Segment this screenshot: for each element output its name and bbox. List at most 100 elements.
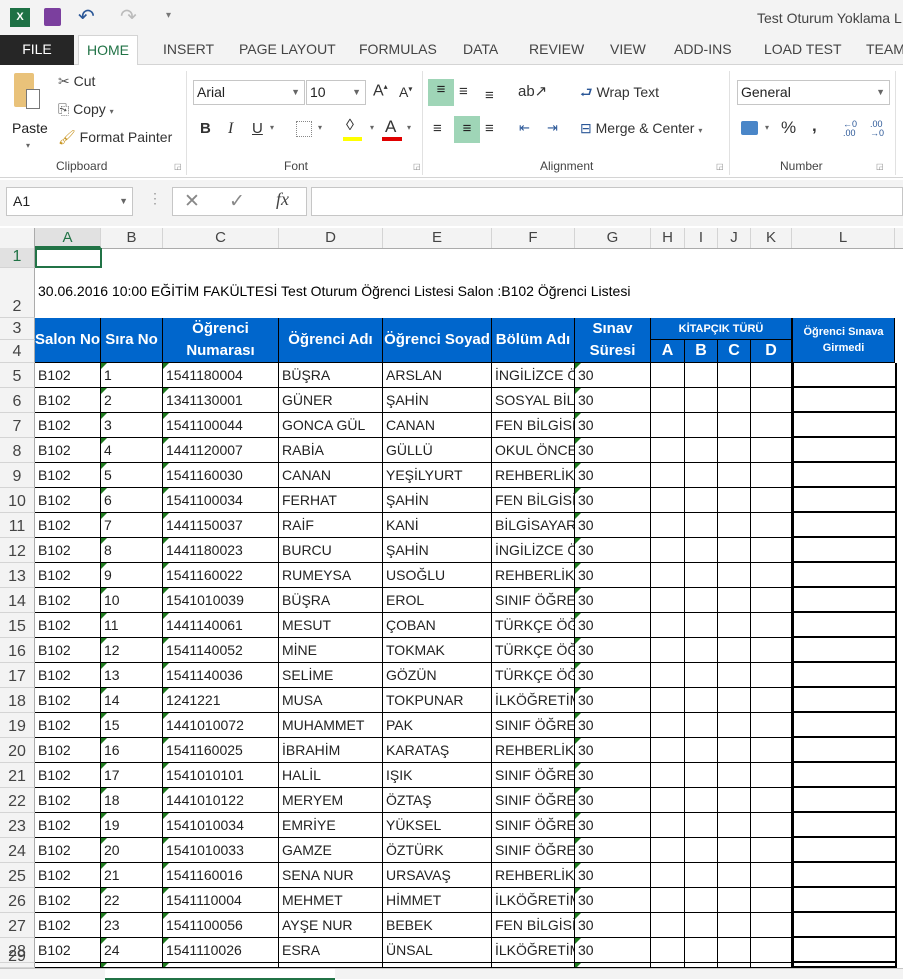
checkbox-cell[interactable] <box>651 838 685 863</box>
checkbox-cell[interactable] <box>792 738 897 763</box>
column-header-E[interactable]: E <box>383 228 492 248</box>
checkbox-cell[interactable] <box>685 888 718 913</box>
checkbox-cell[interactable] <box>685 863 718 888</box>
checkbox-cell[interactable] <box>792 638 897 663</box>
table-cell[interactable]: CANAN <box>279 463 383 488</box>
checkbox-cell[interactable] <box>685 738 718 763</box>
table-cell[interactable]: KANİ <box>383 513 492 538</box>
increase-indent-icon[interactable]: ⇥ <box>547 120 558 136</box>
italic-button[interactable]: I <box>228 120 233 138</box>
table-cell[interactable]: B102 <box>35 738 101 763</box>
table-cell[interactable]: 1541180004 <box>163 363 279 388</box>
checkbox-cell[interactable] <box>792 688 897 713</box>
table-cell[interactable]: GONCA GÜL <box>279 413 383 438</box>
checkbox-cell[interactable] <box>718 813 751 838</box>
checkbox-cell[interactable] <box>651 413 685 438</box>
table-cell[interactable]: SINIF ÖĞRET <box>492 788 575 813</box>
table-cell[interactable]: 5 <box>101 463 163 488</box>
table-cell[interactable]: USOĞLU <box>383 563 492 588</box>
checkbox-cell[interactable] <box>685 838 718 863</box>
row-header-7[interactable]: 7 <box>0 413 35 438</box>
row-header-20[interactable]: 20 <box>0 738 35 763</box>
checkbox-cell[interactable] <box>792 863 897 888</box>
table-cell[interactable]: B102 <box>35 888 101 913</box>
table-cell[interactable]: 30 <box>575 713 651 738</box>
tab-review[interactable]: REVIEW <box>521 35 592 65</box>
table-cell[interactable]: 1241221 <box>163 688 279 713</box>
row-header-1[interactable]: 1 <box>0 248 35 268</box>
checkbox-cell[interactable] <box>685 713 718 738</box>
table-cell[interactable]: 30 <box>575 463 651 488</box>
table-cell[interactable]: MUSA <box>279 688 383 713</box>
copy-button[interactable]: ⎘ Copy ▾ <box>58 101 114 118</box>
table-cell[interactable]: B102 <box>35 913 101 938</box>
increase-decimal-icon[interactable]: ←0.00 <box>843 120 857 138</box>
checkbox-cell[interactable] <box>651 938 685 963</box>
table-cell[interactable]: 1541010101 <box>163 763 279 788</box>
row-header-14[interactable]: 14 <box>0 588 35 613</box>
row-header-21[interactable]: 21 <box>0 763 35 788</box>
table-cell[interactable]: SINIF ÖĞRET <box>492 713 575 738</box>
table-cell[interactable]: 1441150037 <box>163 513 279 538</box>
table-cell[interactable]: 8 <box>101 538 163 563</box>
table-cell[interactable]: 1541100056 <box>163 913 279 938</box>
checkbox-cell[interactable] <box>651 888 685 913</box>
table-cell[interactable]: REHBERLİK V <box>492 463 575 488</box>
checkbox-cell[interactable] <box>651 788 685 813</box>
table-cell[interactable]: BÜŞRA <box>279 588 383 613</box>
table-cell[interactable]: B102 <box>35 363 101 388</box>
orientation-icon[interactable]: ab↗ <box>518 82 547 100</box>
table-cell[interactable]: 18 <box>101 788 163 813</box>
checkbox-cell[interactable] <box>792 788 897 813</box>
table-cell[interactable]: 30 <box>575 613 651 638</box>
checkbox-cell[interactable] <box>685 613 718 638</box>
checkbox-cell[interactable] <box>651 638 685 663</box>
table-cell[interactable]: ÇOBAN <box>383 613 492 638</box>
middle-align-icon[interactable]: ≡ <box>459 83 468 100</box>
table-cell[interactable]: B102 <box>35 938 101 963</box>
table-cell[interactable]: B102 <box>35 613 101 638</box>
checkbox-cell[interactable] <box>792 563 897 588</box>
checkbox-cell[interactable] <box>792 913 897 938</box>
cancel-icon[interactable]: ✕ <box>184 190 200 213</box>
tab-page-layout[interactable]: PAGE LAYOUT <box>231 35 344 65</box>
table-cell[interactable]: URSAVAŞ <box>383 863 492 888</box>
checkbox-cell[interactable] <box>685 638 718 663</box>
table-cell[interactable]: B102 <box>35 513 101 538</box>
insert-function-icon[interactable]: fx <box>276 189 289 210</box>
column-header-K[interactable]: K <box>751 228 792 248</box>
table-cell[interactable]: B102 <box>35 788 101 813</box>
checkbox-cell[interactable] <box>651 738 685 763</box>
checkbox-cell[interactable] <box>651 438 685 463</box>
table-cell[interactable]: 30 <box>575 763 651 788</box>
grow-font-icon[interactable]: A▴ <box>373 82 388 100</box>
align-left-icon[interactable]: ≡ <box>433 120 442 137</box>
table-cell[interactable]: 30 <box>575 363 651 388</box>
table-cell[interactable]: GÖZÜN <box>383 663 492 688</box>
checkbox-cell[interactable] <box>792 438 897 463</box>
table-cell[interactable]: GÜNER <box>279 388 383 413</box>
table-cell[interactable]: MERYEM <box>279 788 383 813</box>
checkbox-cell[interactable] <box>651 763 685 788</box>
table-cell[interactable]: 1341130001 <box>163 388 279 413</box>
table-cell[interactable]: TOKPUNAR <box>383 688 492 713</box>
table-cell[interactable]: REHBERLİK V <box>492 863 575 888</box>
save-icon[interactable] <box>44 8 61 26</box>
table-cell[interactable]: B102 <box>35 588 101 613</box>
row-header-15[interactable]: 15 <box>0 613 35 638</box>
checkbox-cell[interactable] <box>685 788 718 813</box>
checkbox-cell[interactable] <box>792 588 897 613</box>
checkbox-cell[interactable] <box>751 938 792 963</box>
selected-cell-a1[interactable] <box>35 248 102 268</box>
checkbox-cell[interactable] <box>718 938 751 963</box>
table-cell[interactable]: 30 <box>575 888 651 913</box>
table-cell[interactable]: 1541160016 <box>163 863 279 888</box>
checkbox-cell[interactable] <box>751 813 792 838</box>
checkbox-cell[interactable] <box>685 513 718 538</box>
checkbox-cell[interactable] <box>685 913 718 938</box>
checkbox-cell[interactable] <box>751 688 792 713</box>
checkbox-cell[interactable] <box>751 488 792 513</box>
table-cell[interactable]: İLKÖĞRETİM <box>492 938 575 963</box>
table-cell[interactable]: YEŞİLYURT <box>383 463 492 488</box>
table-cell[interactable]: 1541160025 <box>163 738 279 763</box>
